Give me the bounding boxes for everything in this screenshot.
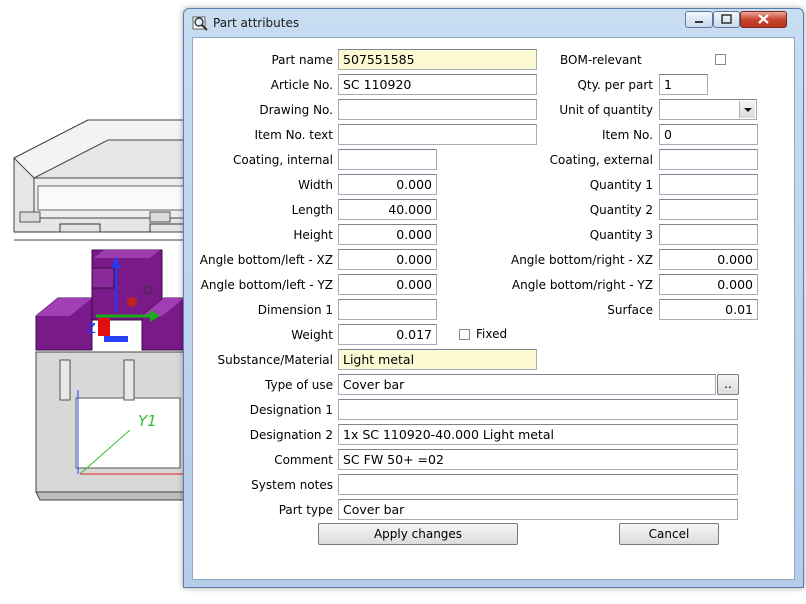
item-no-field[interactable]: 0	[659, 124, 758, 145]
close-button[interactable]	[740, 11, 787, 28]
maximize-icon	[721, 14, 732, 24]
system-notes-field[interactable]	[338, 474, 738, 495]
label-part-type: Part type	[278, 503, 333, 517]
label-system-notes: System notes	[251, 478, 333, 492]
apply-changes-button[interactable]: Apply changes	[318, 523, 518, 545]
label-length: Length	[291, 203, 333, 217]
angle-bl-yz-field[interactable]: 0.000	[338, 274, 437, 295]
cad-model-drawing	[13, 119, 191, 501]
label-coating-internal: Coating, internal	[232, 153, 333, 167]
quantity-2-field[interactable]	[659, 199, 758, 220]
substance-material-field[interactable]: Light metal	[338, 349, 537, 370]
label-dimension-1: Dimension 1	[257, 303, 333, 317]
surface-field[interactable]: 0.01	[659, 299, 758, 320]
label-quantity-2: Quantity 2	[589, 203, 653, 217]
article-no-field[interactable]: SC 110920	[338, 74, 537, 95]
part-type-field[interactable]: Cover bar	[338, 499, 738, 520]
chevron-down-icon[interactable]	[739, 101, 755, 118]
qty-per-part-field[interactable]: 1	[659, 74, 708, 95]
label-item-no-text: Item No. text	[254, 128, 333, 142]
minimize-icon	[695, 21, 703, 23]
type-of-use-field[interactable]: Cover bar	[338, 374, 716, 395]
label-width: Width	[298, 178, 333, 192]
angle-bl-xz-field[interactable]: 0.000	[338, 249, 437, 270]
length-field[interactable]: 40.000	[338, 199, 437, 220]
label-bom-relevant: BOM-relevant	[560, 53, 642, 67]
quantity-3-field[interactable]	[659, 224, 758, 245]
weight-field[interactable]: 0.017	[338, 324, 437, 345]
label-fixed: Fixed	[476, 327, 508, 341]
type-of-use-browse-button[interactable]: ..	[717, 374, 739, 395]
label-angle-bl-yz: Angle bottom/left - YZ	[200, 278, 333, 292]
close-icon	[758, 14, 769, 24]
angle-br-xz-field[interactable]: 0.000	[659, 249, 758, 270]
unit-of-quantity-select[interactable]	[659, 99, 757, 120]
label-angle-br-yz: Angle bottom/right - YZ	[511, 278, 653, 292]
minimize-button[interactable]	[685, 11, 713, 28]
drawing-no-field[interactable]	[338, 99, 537, 120]
comment-field[interactable]: SC FW 50+ =02	[338, 449, 738, 470]
label-comment: Comment	[274, 453, 333, 467]
label-article-no: Article No.	[270, 78, 333, 92]
part-attributes-dialog: Part attributes Part name 507551585 Arti…	[183, 8, 804, 588]
label-unit-of-quantity: Unit of quantity	[559, 103, 653, 117]
label-designation-1: Designation 1	[249, 403, 333, 417]
window-title: Part attributes	[213, 16, 300, 30]
fixed-checkbox[interactable]	[459, 329, 470, 340]
label-substance-material: Substance/Material	[217, 353, 333, 367]
label-designation-2: Designation 2	[249, 428, 333, 442]
bom-relevant-checkbox[interactable]	[715, 54, 726, 65]
label-coating-external: Coating, external	[549, 153, 653, 167]
cancel-button[interactable]: Cancel	[619, 523, 719, 545]
label-drawing-no: Drawing No.	[259, 103, 333, 117]
label-height: Height	[293, 228, 333, 242]
quantity-1-field[interactable]	[659, 174, 758, 195]
width-field[interactable]: 0.000	[338, 174, 437, 195]
label-surface: Surface	[607, 303, 653, 317]
item-no-text-field[interactable]	[338, 124, 537, 145]
label-quantity-3: Quantity 3	[589, 228, 653, 242]
label-type-of-use: Type of use	[265, 378, 333, 392]
coating-external-field[interactable]	[659, 149, 758, 170]
label-quantity-1: Quantity 1	[589, 178, 653, 192]
coating-internal-field[interactable]	[338, 149, 437, 170]
dimension-1-field[interactable]	[338, 299, 437, 320]
height-field[interactable]: 0.000	[338, 224, 437, 245]
dialog-content: Part name 507551585 Article No. SC 11092…	[192, 37, 795, 580]
label-part-name: Part name	[271, 53, 333, 67]
label-item-no: Item No.	[601, 128, 653, 142]
angle-br-yz-field[interactable]: 0.000	[659, 274, 758, 295]
label-qty-per-part: Qty. per part	[577, 78, 653, 92]
axis-z-label: Z	[87, 322, 96, 337]
part-name-field[interactable]: 507551585	[338, 49, 537, 70]
label-angle-bl-xz: Angle bottom/left - XZ	[199, 253, 333, 267]
magnifier-icon	[192, 16, 208, 31]
maximize-button[interactable]	[713, 11, 740, 28]
title-bar[interactable]: Part attributes	[184, 9, 803, 37]
label-weight: Weight	[291, 328, 333, 342]
label-angle-br-xz: Angle bottom/right - XZ	[510, 253, 653, 267]
designation-1-field[interactable]	[338, 399, 738, 420]
axis-y1-label: Y1	[138, 412, 157, 430]
designation-2-field[interactable]: 1x SC 110920-40.000 Light metal	[338, 424, 738, 445]
